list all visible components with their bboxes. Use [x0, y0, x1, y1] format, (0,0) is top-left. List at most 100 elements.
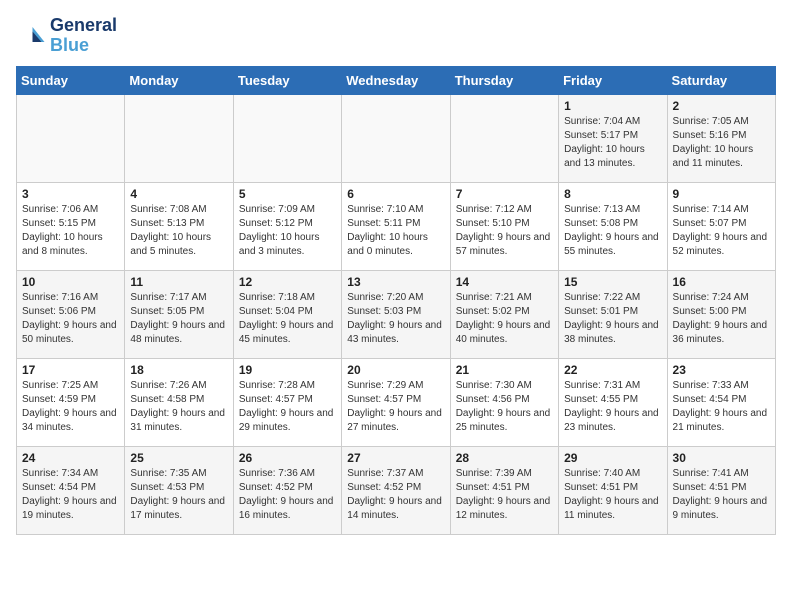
calendar-day-cell: 17 Sunrise: 7:25 AM Sunset: 4:59 PM Dayli…	[17, 358, 125, 446]
day-number: 14	[456, 275, 553, 289]
weekday-header-cell: Friday	[559, 66, 667, 94]
weekday-header-cell: Sunday	[17, 66, 125, 94]
day-number: 9	[673, 187, 770, 201]
calendar-day-cell: 27 Sunrise: 7:37 AM Sunset: 4:52 PM Dayli…	[342, 446, 450, 534]
day-number: 11	[130, 275, 227, 289]
calendar-table: SundayMondayTuesdayWednesdayThursdayFrid…	[16, 66, 776, 535]
calendar-week-row: 10 Sunrise: 7:16 AM Sunset: 5:06 PM Dayli…	[17, 270, 776, 358]
calendar-day-cell: 7Sunrise: 7:12 AM Sunset: 5:10 PM Daylig…	[450, 182, 558, 270]
weekday-header-cell: Monday	[125, 66, 233, 94]
day-info: Sunrise: 7:05 AM Sunset: 5:16 PM Dayligh…	[673, 115, 770, 171]
day-number: 18	[130, 363, 227, 377]
day-info: Sunrise: 7:17 AM Sunset: 5:05 PM Dayligh…	[130, 291, 227, 347]
day-number: 25	[130, 451, 227, 465]
calendar-day-cell	[125, 94, 233, 182]
calendar-day-cell: 26Sunrise: 7:36 AM Sunset: 4:52 PM Dayli…	[233, 446, 341, 534]
day-info: Sunrise: 7:18 AM Sunset: 5:04 PM Dayligh…	[239, 291, 336, 347]
calendar-day-cell: 5 Sunrise: 7:09 AM Sunset: 5:12 PM Daylig…	[233, 182, 341, 270]
calendar-day-cell: 24 Sunrise: 7:34 AM Sunset: 4:54 PM Dayli…	[17, 446, 125, 534]
day-info: Sunrise: 7:33 AM Sunset: 4:54 PM Dayligh…	[673, 379, 770, 435]
day-number: 12	[239, 275, 336, 289]
day-info: Sunrise: 7:34 AM Sunset: 4:54 PM Dayligh…	[22, 467, 119, 523]
weekday-header-row: SundayMondayTuesdayWednesdayThursdayFrid…	[17, 66, 776, 94]
calendar-day-cell: 20 Sunrise: 7:29 AM Sunset: 4:57 PM Dayli…	[342, 358, 450, 446]
calendar-day-cell: 18 Sunrise: 7:26 AM Sunset: 4:58 PM Dayli…	[125, 358, 233, 446]
day-info: Sunrise: 7:28 AM Sunset: 4:57 PM Dayligh…	[239, 379, 336, 435]
day-info: Sunrise: 7:37 AM Sunset: 4:52 PM Dayligh…	[347, 467, 444, 523]
calendar-day-cell: 13 Sunrise: 7:20 AM Sunset: 5:03 PM Dayli…	[342, 270, 450, 358]
calendar-day-cell: 19 Sunrise: 7:28 AM Sunset: 4:57 PM Dayli…	[233, 358, 341, 446]
day-number: 22	[564, 363, 661, 377]
logo-icon	[16, 21, 46, 51]
day-number: 15	[564, 275, 661, 289]
day-number: 3	[22, 187, 119, 201]
day-info: Sunrise: 7:31 AM Sunset: 4:55 PM Dayligh…	[564, 379, 661, 435]
calendar-week-row: 24 Sunrise: 7:34 AM Sunset: 4:54 PM Dayli…	[17, 446, 776, 534]
calendar-day-cell: 22 Sunrise: 7:31 AM Sunset: 4:55 PM Dayli…	[559, 358, 667, 446]
day-info: Sunrise: 7:40 AM Sunset: 4:51 PM Dayligh…	[564, 467, 661, 523]
day-number: 13	[347, 275, 444, 289]
day-info: Sunrise: 7:36 AM Sunset: 4:52 PM Dayligh…	[239, 467, 336, 523]
calendar-day-cell: 16 Sunrise: 7:24 AM Sunset: 5:00 PM Dayli…	[667, 270, 775, 358]
day-info: Sunrise: 7:25 AM Sunset: 4:59 PM Dayligh…	[22, 379, 119, 435]
day-info: Sunrise: 7:41 AM Sunset: 4:51 PM Dayligh…	[673, 467, 770, 523]
day-info: Sunrise: 7:20 AM Sunset: 5:03 PM Dayligh…	[347, 291, 444, 347]
calendar-day-cell: 25Sunrise: 7:35 AM Sunset: 4:53 PM Dayli…	[125, 446, 233, 534]
calendar-day-cell: 29 Sunrise: 7:40 AM Sunset: 4:51 PM Dayli…	[559, 446, 667, 534]
day-info: Sunrise: 7:12 AM Sunset: 5:10 PM Dayligh…	[456, 203, 553, 259]
day-number: 24	[22, 451, 119, 465]
calendar-day-cell: 10 Sunrise: 7:16 AM Sunset: 5:06 PM Dayli…	[17, 270, 125, 358]
day-info: Sunrise: 7:09 AM Sunset: 5:12 PM Dayligh…	[239, 203, 336, 259]
day-info: Sunrise: 7:30 AM Sunset: 4:56 PM Dayligh…	[456, 379, 553, 435]
calendar-day-cell: 4 Sunrise: 7:08 AM Sunset: 5:13 PM Daylig…	[125, 182, 233, 270]
day-number: 8	[564, 187, 661, 201]
calendar-day-cell	[233, 94, 341, 182]
day-number: 6	[347, 187, 444, 201]
calendar-day-cell: 23 Sunrise: 7:33 AM Sunset: 4:54 PM Dayli…	[667, 358, 775, 446]
weekday-header-cell: Saturday	[667, 66, 775, 94]
day-number: 28	[456, 451, 553, 465]
weekday-header-cell: Thursday	[450, 66, 558, 94]
day-info: Sunrise: 7:10 AM Sunset: 5:11 PM Dayligh…	[347, 203, 444, 259]
calendar-day-cell	[450, 94, 558, 182]
day-info: Sunrise: 7:39 AM Sunset: 4:51 PM Dayligh…	[456, 467, 553, 523]
day-number: 20	[347, 363, 444, 377]
day-info: Sunrise: 7:13 AM Sunset: 5:08 PM Dayligh…	[564, 203, 661, 259]
day-info: Sunrise: 7:14 AM Sunset: 5:07 PM Dayligh…	[673, 203, 770, 259]
calendar-day-cell: 30Sunrise: 7:41 AM Sunset: 4:51 PM Dayli…	[667, 446, 775, 534]
day-number: 4	[130, 187, 227, 201]
calendar-day-cell: 21 Sunrise: 7:30 AM Sunset: 4:56 PM Dayli…	[450, 358, 558, 446]
day-info: Sunrise: 7:16 AM Sunset: 5:06 PM Dayligh…	[22, 291, 119, 347]
day-number: 29	[564, 451, 661, 465]
calendar-day-cell: 9 Sunrise: 7:14 AM Sunset: 5:07 PM Daylig…	[667, 182, 775, 270]
day-number: 19	[239, 363, 336, 377]
weekday-header-cell: Wednesday	[342, 66, 450, 94]
day-number: 1	[564, 99, 661, 113]
calendar-day-cell: 3 Sunrise: 7:06 AM Sunset: 5:15 PM Daylig…	[17, 182, 125, 270]
calendar-day-cell: 14 Sunrise: 7:21 AM Sunset: 5:02 PM Dayli…	[450, 270, 558, 358]
weekday-header-cell: Tuesday	[233, 66, 341, 94]
day-number: 23	[673, 363, 770, 377]
calendar-day-cell: 11 Sunrise: 7:17 AM Sunset: 5:05 PM Dayli…	[125, 270, 233, 358]
day-number: 17	[22, 363, 119, 377]
day-info: Sunrise: 7:26 AM Sunset: 4:58 PM Dayligh…	[130, 379, 227, 435]
calendar-day-cell	[342, 94, 450, 182]
day-number: 10	[22, 275, 119, 289]
logo-text: General Blue	[50, 16, 117, 56]
day-info: Sunrise: 7:24 AM Sunset: 5:00 PM Dayligh…	[673, 291, 770, 347]
calendar-week-row: 1Sunrise: 7:04 AM Sunset: 5:17 PM Daylig…	[17, 94, 776, 182]
day-info: Sunrise: 7:29 AM Sunset: 4:57 PM Dayligh…	[347, 379, 444, 435]
day-number: 16	[673, 275, 770, 289]
calendar-day-cell: 1Sunrise: 7:04 AM Sunset: 5:17 PM Daylig…	[559, 94, 667, 182]
day-number: 21	[456, 363, 553, 377]
day-number: 27	[347, 451, 444, 465]
calendar-week-row: 3 Sunrise: 7:06 AM Sunset: 5:15 PM Daylig…	[17, 182, 776, 270]
day-info: Sunrise: 7:08 AM Sunset: 5:13 PM Dayligh…	[130, 203, 227, 259]
day-info: Sunrise: 7:06 AM Sunset: 5:15 PM Dayligh…	[22, 203, 119, 259]
calendar-day-cell: 28 Sunrise: 7:39 AM Sunset: 4:51 PM Dayli…	[450, 446, 558, 534]
calendar-day-cell: 6 Sunrise: 7:10 AM Sunset: 5:11 PM Daylig…	[342, 182, 450, 270]
calendar-day-cell: 15Sunrise: 7:22 AM Sunset: 5:01 PM Dayli…	[559, 270, 667, 358]
day-info: Sunrise: 7:21 AM Sunset: 5:02 PM Dayligh…	[456, 291, 553, 347]
day-number: 2	[673, 99, 770, 113]
day-number: 5	[239, 187, 336, 201]
